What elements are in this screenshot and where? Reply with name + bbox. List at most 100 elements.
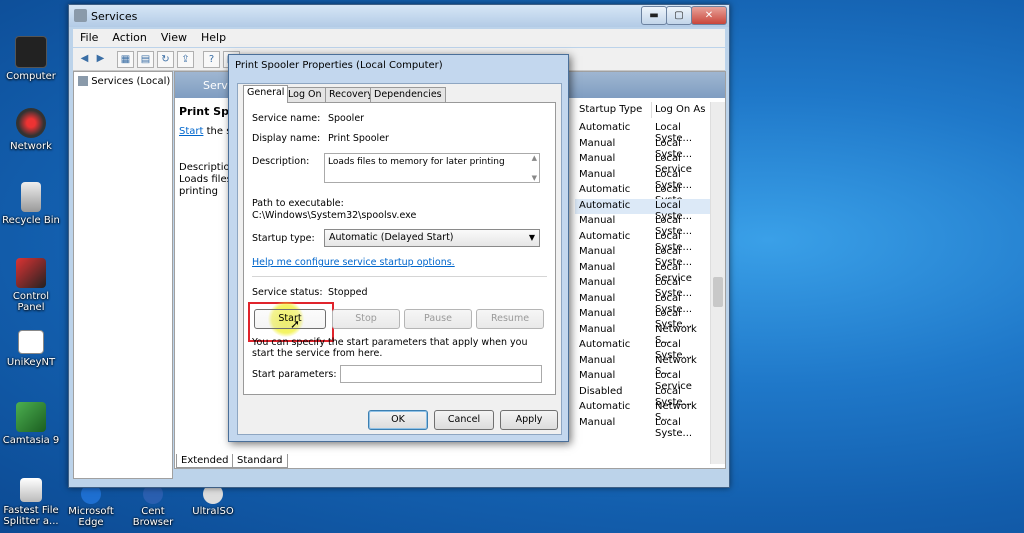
services-title-bar[interactable]: Services ▬ ▢ ✕ xyxy=(69,5,729,27)
description-value: Loads files to memory for later printing xyxy=(328,157,505,167)
startup-type-cell: Manual xyxy=(579,246,616,257)
help-configure-link[interactable]: Help me configure service startup option… xyxy=(252,257,455,268)
table-row[interactable]: AutomaticLocal Syste... xyxy=(575,121,715,144)
desktop-icon-unikey[interactable]: UniKeyNT xyxy=(0,330,62,368)
desktop-icon-camtasia[interactable]: Camtasia 9 xyxy=(0,402,62,446)
menu-help[interactable]: Help xyxy=(194,29,233,46)
desktop-icon-label: Camtasia 9 xyxy=(2,435,60,446)
description-field[interactable]: Loads files to memory for later printing… xyxy=(324,153,540,183)
desktop-icon-file-splitter[interactable]: Fastest File Splitter a... xyxy=(0,478,62,527)
help-icon[interactable]: ? xyxy=(203,51,220,68)
table-row[interactable]: Manual Local Service xyxy=(575,152,715,175)
tab-extended[interactable]: Extended xyxy=(176,454,234,468)
tab-log-on[interactable]: Log On xyxy=(284,87,326,102)
startup-type-value: Automatic (Delayed Start) xyxy=(329,232,454,243)
print-spooler-properties-dialog: Print Spooler Properties (Local Computer… xyxy=(228,54,569,442)
properties-icon[interactable]: ▤ xyxy=(137,51,154,68)
window-title: Services xyxy=(91,10,138,23)
desktop-icon-label: Fastest File Splitter a... xyxy=(3,505,59,527)
services-gear-icon xyxy=(74,9,87,22)
desktop-icon-ultraiso[interactable]: UltraISO xyxy=(182,484,244,517)
startup-type-cell: Automatic xyxy=(579,339,631,350)
desktop-icon-edge[interactable]: Microsoft Edge xyxy=(60,484,122,528)
table-row[interactable]: Manual Local Syste... xyxy=(575,245,715,268)
column-log-on-as[interactable]: Log On As xyxy=(651,102,716,118)
vertical-scrollbar[interactable] xyxy=(710,102,725,464)
table-row[interactable]: Manual Local Syste... xyxy=(575,168,715,191)
scroll-thumb[interactable] xyxy=(713,277,723,307)
desktop-icon-label: UltraISO xyxy=(192,506,234,517)
pause-button[interactable]: Pause xyxy=(404,309,472,329)
stop-button[interactable]: Stop xyxy=(332,309,400,329)
chevron-down-icon: ▼ xyxy=(528,233,535,242)
table-row[interactable]: Automatic Network S... xyxy=(575,400,715,423)
menu-file[interactable]: File xyxy=(73,29,105,46)
ok-button[interactable]: OK xyxy=(368,410,428,430)
display-name-value: Print Spooler xyxy=(328,133,389,144)
table-row[interactable]: AutomaticLocal Syste... xyxy=(575,198,715,222)
description-scroll-down-icon[interactable]: ▼ xyxy=(532,174,537,182)
description-label: Description: xyxy=(252,156,310,167)
table-row[interactable]: Manual Local Syste... xyxy=(575,307,715,330)
description-scroll-up-icon[interactable]: ▲ xyxy=(532,154,537,162)
maximize-button[interactable]: ▢ xyxy=(666,6,692,25)
menu-bar: File Action View Help xyxy=(73,29,725,47)
minimize-button[interactable]: ▬ xyxy=(641,6,667,25)
start-parameters-label: Start parameters: xyxy=(252,369,337,380)
show-tree-icon[interactable]: ▦ xyxy=(117,51,134,68)
desktop-icon-computer[interactable]: Computer xyxy=(0,36,62,82)
apply-button[interactable]: Apply xyxy=(500,410,558,430)
desktop-icon-label: Recycle Bin xyxy=(2,215,60,226)
desktop-icon-cent-browser[interactable]: Cent Browser xyxy=(122,484,184,528)
startup-type-cell: Manual xyxy=(579,416,616,428)
export-icon[interactable]: ⇪ xyxy=(177,51,194,68)
startup-type-cell: Manual xyxy=(579,168,616,180)
startup-type-cell: Manual xyxy=(579,323,616,335)
table-row[interactable]: AutomaticLocal Syste... xyxy=(575,183,715,206)
table-row[interactable]: Disabled Local Syste... xyxy=(575,385,715,408)
start-parameters-input[interactable] xyxy=(340,365,542,383)
back-arrow-icon[interactable]: ◀ xyxy=(77,51,92,66)
tab-dependencies[interactable]: Dependencies xyxy=(370,87,446,102)
desktop-icon-control-panel[interactable]: Control Panel xyxy=(0,258,62,313)
table-row[interactable]: Manual Network S... xyxy=(575,323,715,346)
table-row[interactable]: Manual Local Syste... xyxy=(575,137,715,160)
table-row[interactable]: Manual Local Service xyxy=(575,261,715,284)
startup-type-cell: Manual xyxy=(579,137,616,149)
refresh-icon[interactable]: ↻ xyxy=(157,51,174,68)
close-button[interactable]: ✕ xyxy=(691,6,727,25)
service-name-label: Service name: xyxy=(252,113,321,124)
recycle-bin-icon xyxy=(21,182,41,212)
tab-standard[interactable]: Standard xyxy=(232,454,288,468)
menu-view[interactable]: View xyxy=(154,29,194,46)
table-row[interactable]: AutomaticLocal Syste... xyxy=(575,338,715,361)
tree-node-services-local[interactable]: Services (Local) xyxy=(78,76,170,87)
table-row[interactable]: Manual Local Syste... xyxy=(575,276,715,299)
desktop-icon-network[interactable]: Network xyxy=(0,108,62,152)
table-row[interactable]: Manual Local Service xyxy=(575,369,715,392)
log-on-as-cell: Local Syste... xyxy=(655,416,693,439)
general-tab-page: Service name: Spooler Display name: Prin… xyxy=(243,102,556,395)
table-row[interactable]: Manual Local Syste... xyxy=(575,292,715,315)
desktop-icon-label: Computer xyxy=(6,71,56,82)
start-params-hint: You can specify the start parameters tha… xyxy=(252,337,528,359)
startup-type-select[interactable]: Automatic (Delayed Start) ▼ xyxy=(324,229,540,247)
table-row[interactable]: Manual Local Syste... xyxy=(575,214,715,237)
table-row[interactable]: AutomaticLocal Syste... xyxy=(575,230,715,253)
cancel-button[interactable]: Cancel xyxy=(434,410,494,430)
view-tabs: Extended Standard xyxy=(174,453,724,469)
forward-arrow-icon[interactable]: ▶ xyxy=(93,51,108,66)
menu-action[interactable]: Action xyxy=(105,29,153,46)
startup-type-cell: Manual xyxy=(579,370,616,381)
desktop-icon-recycle-bin[interactable]: Recycle Bin xyxy=(0,182,62,226)
table-row[interactable]: Manual Network S... xyxy=(575,354,715,377)
resume-button[interactable]: Resume xyxy=(476,309,544,329)
path-value: C:\Windows\System32\spoolsv.exe xyxy=(252,210,417,221)
column-startup-type[interactable]: Startup Type xyxy=(575,102,652,118)
table-row[interactable]: Manual Local Syste... xyxy=(575,416,715,439)
start-service-link[interactable]: Start xyxy=(179,126,203,137)
path-label: Path to executable: xyxy=(252,198,344,209)
mouse-pointer-icon: ➚ xyxy=(290,317,301,331)
startup-type-cell: Automatic xyxy=(579,401,631,412)
tab-general[interactable]: General xyxy=(243,85,289,103)
